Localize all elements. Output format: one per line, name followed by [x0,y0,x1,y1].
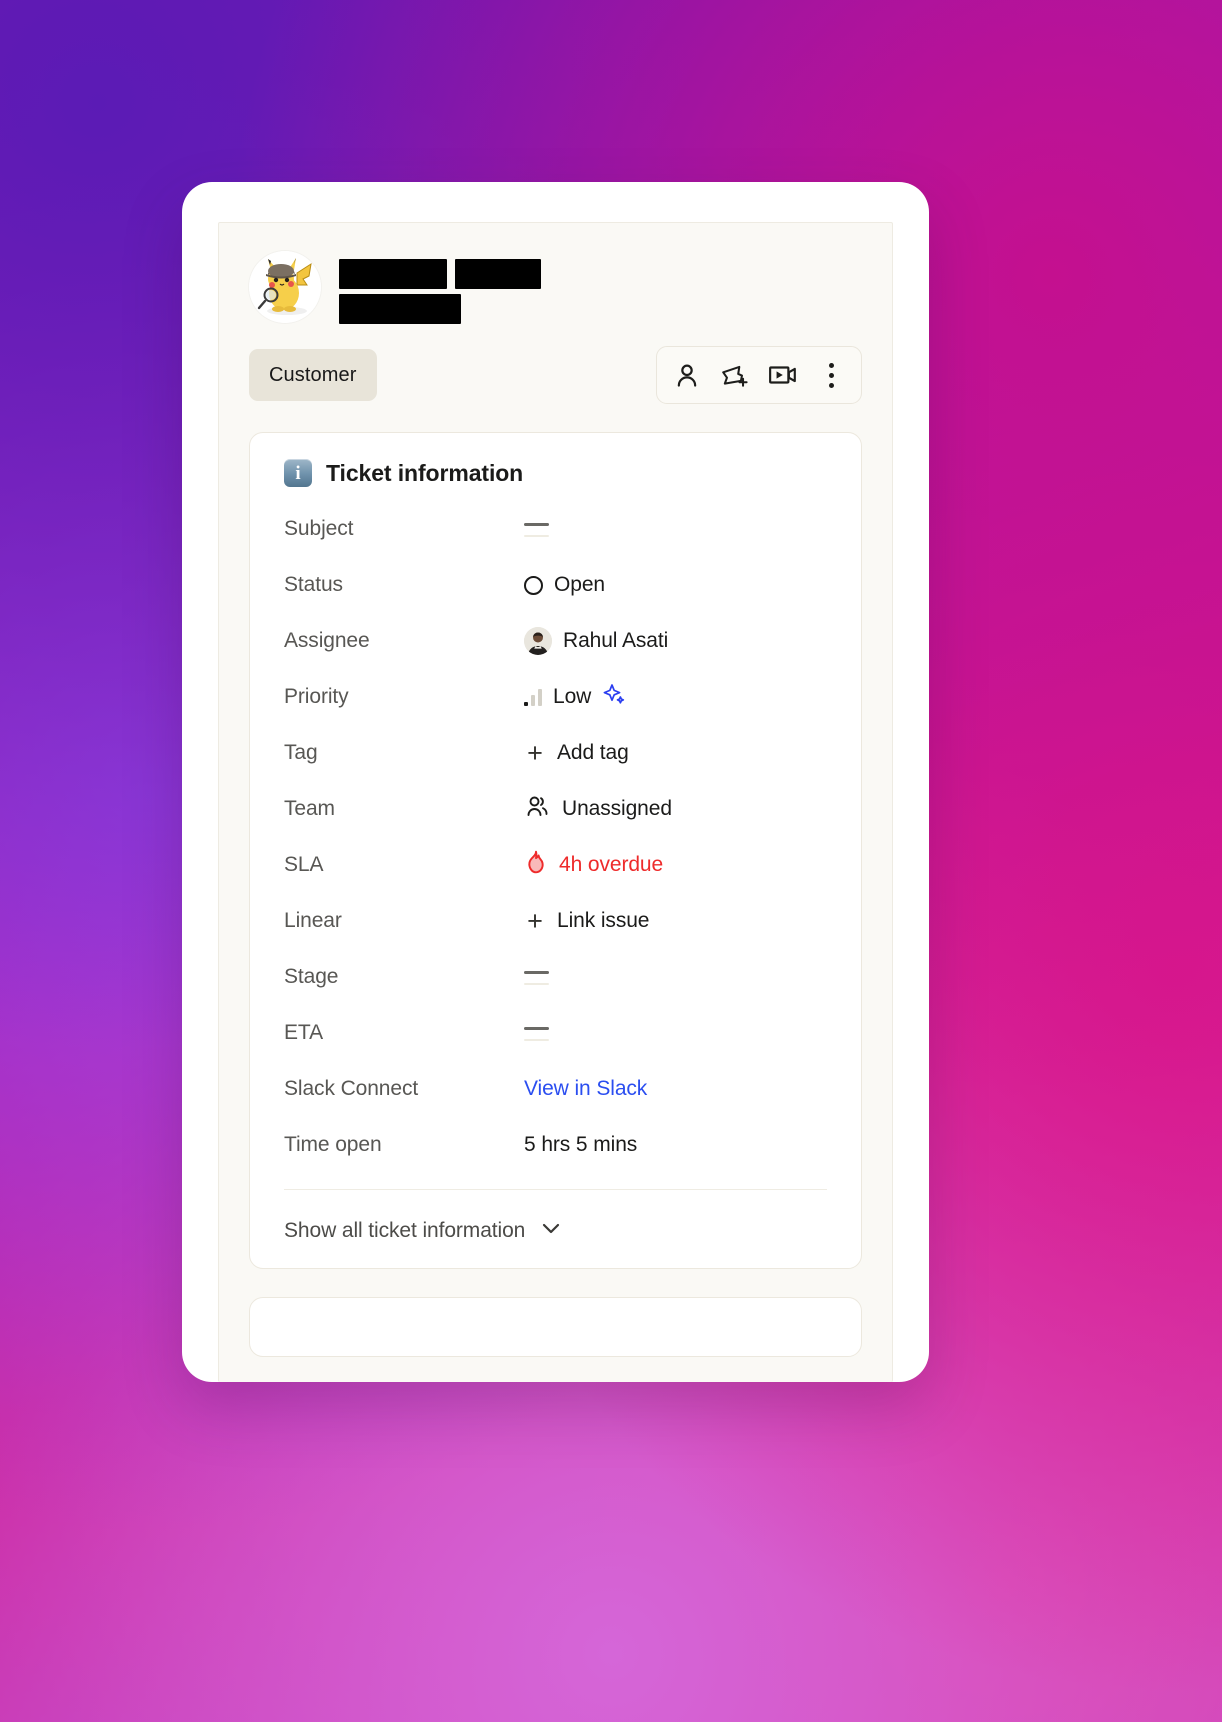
show-all-ticket-information-button[interactable]: Show all ticket information [284,1190,827,1246]
redacted-last-name [455,259,541,289]
contact-name-line-2 [339,289,541,324]
chevron-down-icon [539,1216,563,1246]
ticket-panel: Customer i Ticket information Subject St… [218,222,893,1382]
sla-status-badge: 4h overdue [559,853,664,876]
field-label: Linear [284,909,342,932]
person-icon [673,361,701,389]
empty-dash-icon [524,1025,549,1041]
field-value: Unassigned [524,794,672,824]
page-title: Ticket information [326,459,524,486]
next-card-placeholder [249,1297,862,1357]
ticket-plus-icon [720,361,750,389]
video-call-button[interactable] [761,355,805,395]
field-label: Priority [284,685,349,708]
field-label: SLA [284,853,324,876]
flame-icon [524,849,548,881]
info-icon: i [284,459,312,487]
field-label: Team [284,797,335,820]
priority-bars-icon [524,688,542,706]
users-group-icon [524,794,551,824]
app-window-frame: Customer i Ticket information Subject St… [182,182,929,1382]
ticket-row-assignee[interactable]: Assignee Rahul Asati [284,613,827,669]
ticket-information-card: i Ticket information Subject Status Open… [249,432,862,1269]
empty-dash-icon [524,969,549,985]
field-value [524,1025,549,1041]
assignee-avatar [524,627,552,655]
link-issue-label: Link issue [557,909,650,932]
view-in-slack-link[interactable]: View in Slack [524,1077,647,1101]
video-icon [768,362,798,388]
kebab-menu-icon [828,362,834,388]
field-label: Slack Connect [284,1077,419,1100]
ticket-row-time-open: Time open 5 hrs 5 mins [284,1117,827,1173]
assignee-name: Rahul Asati [563,629,669,652]
contact-name-line-1 [339,259,541,289]
priority-value: Low [553,685,592,708]
empty-dash-icon [524,521,549,537]
field-value: Open [524,573,605,597]
ticket-row-linear[interactable]: Linear + Link issue [284,893,827,949]
ticket-row-slack-connect[interactable]: Slack Connect View in Slack [284,1061,827,1117]
field-value: Rahul Asati [524,627,668,655]
ticket-row-status[interactable]: Status Open [284,557,827,613]
redacted-handle [339,294,461,324]
field-value [524,969,549,985]
ticket-row-stage[interactable]: Stage [284,949,827,1005]
field-value: View in Slack [524,1077,647,1101]
plus-icon: + [527,905,543,936]
show-all-label: Show all ticket information [284,1219,526,1242]
field-value [524,521,549,537]
ticket-information-header: i Ticket information [284,459,827,501]
field-value: 4h overdue [524,849,663,881]
ticket-row-eta[interactable]: ETA [284,1005,827,1061]
field-label: ETA [284,1021,323,1044]
more-options-button[interactable] [809,355,853,395]
ticket-row-subject[interactable]: Subject [284,501,827,557]
contact-toolbar [656,346,862,404]
status-open-icon [524,575,543,595]
redacted-first-name [339,259,447,289]
field-label: Assignee [284,629,370,652]
ticket-row-priority[interactable]: Priority Low [284,669,827,725]
contact-name-block [339,251,541,324]
ai-sparkle-icon [602,682,626,712]
field-value: Low [524,682,626,712]
avatar [249,251,321,323]
field-value: 5 hrs 5 mins [524,1133,637,1157]
field-label: Status [284,573,343,596]
ticket-row-sla[interactable]: SLA 4h overdue [284,837,827,893]
status-badge: Open [554,573,605,596]
field-label: Tag [284,741,318,764]
time-open-value: 5 hrs 5 mins [524,1133,638,1156]
ticket-field-list: Subject Status Open Assignee Rahul Asati… [284,501,827,1173]
team-value: Unassigned [562,797,672,820]
field-label: Subject [284,517,354,540]
ticket-row-team[interactable]: Team Unassigned [284,781,827,837]
field-value: + Add tag [524,737,629,768]
field-label: Stage [284,965,339,988]
plus-icon: + [527,737,543,768]
customer-chip[interactable]: Customer [249,349,377,401]
create-ticket-button[interactable] [713,355,757,395]
contact-header [219,223,892,324]
field-value: + Link issue [524,905,650,936]
add-tag-label: Add tag [557,741,629,764]
field-label: Time open [284,1133,382,1156]
ticket-row-tag[interactable]: Tag + Add tag [284,725,827,781]
person-button[interactable] [665,355,709,395]
contact-action-bar: Customer [219,324,892,404]
